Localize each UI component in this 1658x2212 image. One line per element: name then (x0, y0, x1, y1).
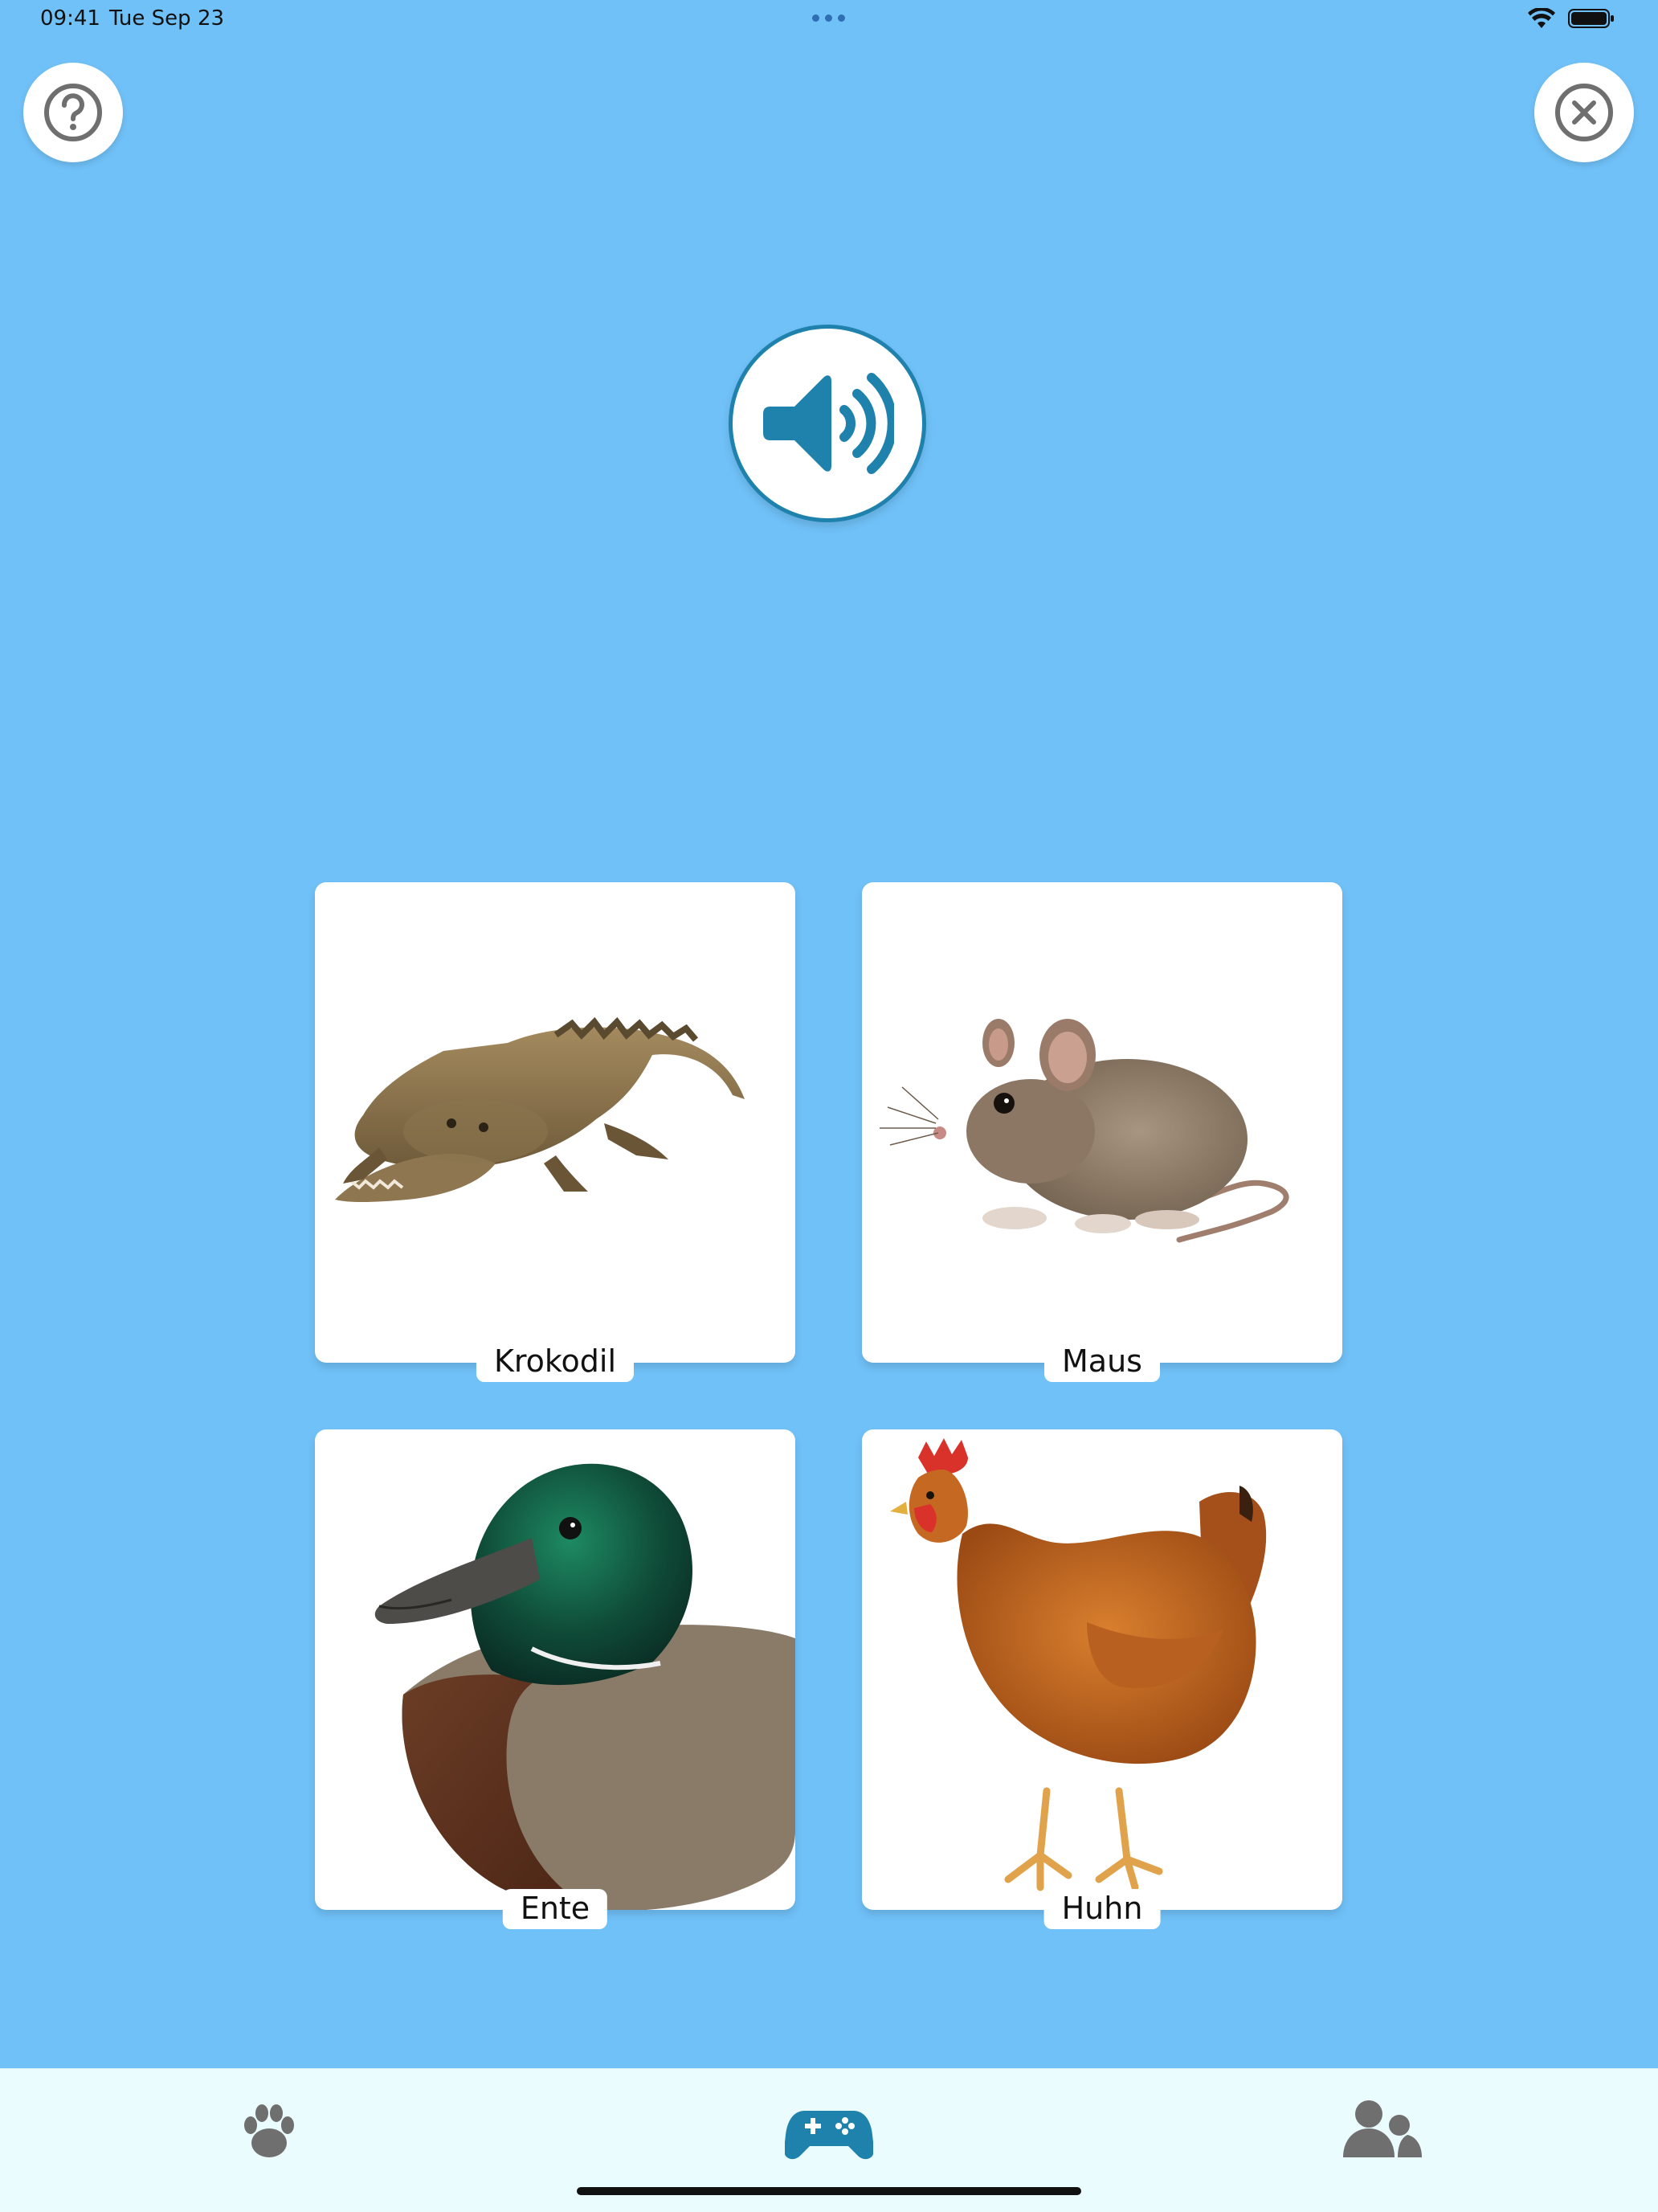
multitasking-dots[interactable] (812, 14, 846, 22)
help-button[interactable] (23, 63, 123, 162)
paw-icon (244, 2104, 294, 2157)
question-circle-icon (44, 84, 102, 141)
tab-profile[interactable] (1337, 2093, 1425, 2165)
home-indicator (577, 2187, 1081, 2195)
answer-card-krokodil[interactable]: Krokodil (315, 882, 795, 1382)
gamepad-icon (785, 2111, 873, 2160)
battery-icon (1568, 9, 1614, 28)
status-time: 09:41 (40, 6, 100, 31)
play-sound-button[interactable] (729, 325, 926, 522)
answer-card-huhn[interactable]: Huhn (862, 1429, 1342, 1929)
mouse-image (862, 882, 1342, 1363)
crocodile-image (315, 882, 795, 1363)
status-icons (1528, 8, 1616, 31)
card-label: Huhn (1043, 1889, 1161, 1929)
answer-card-maus[interactable]: Maus (862, 882, 1342, 1382)
users-icon (1343, 2100, 1422, 2157)
wifi-icon (1528, 8, 1555, 28)
tab-games[interactable] (785, 2093, 873, 2165)
status-bar: 09:41 Tue Sep 23 (0, 0, 1658, 39)
duck-image (315, 1429, 795, 1910)
close-circle-icon (1555, 84, 1613, 141)
card-label: Maus (1044, 1342, 1160, 1382)
status-date: Tue Sep 23 (109, 6, 225, 31)
speaker-volume-icon (763, 373, 894, 474)
tab-animals[interactable] (233, 2093, 321, 2165)
card-label: Krokodil (476, 1342, 635, 1382)
close-button[interactable] (1534, 63, 1634, 162)
hen-image (862, 1429, 1342, 1910)
card-label: Ente (502, 1889, 608, 1929)
answer-card-ente[interactable]: Ente (315, 1429, 795, 1929)
